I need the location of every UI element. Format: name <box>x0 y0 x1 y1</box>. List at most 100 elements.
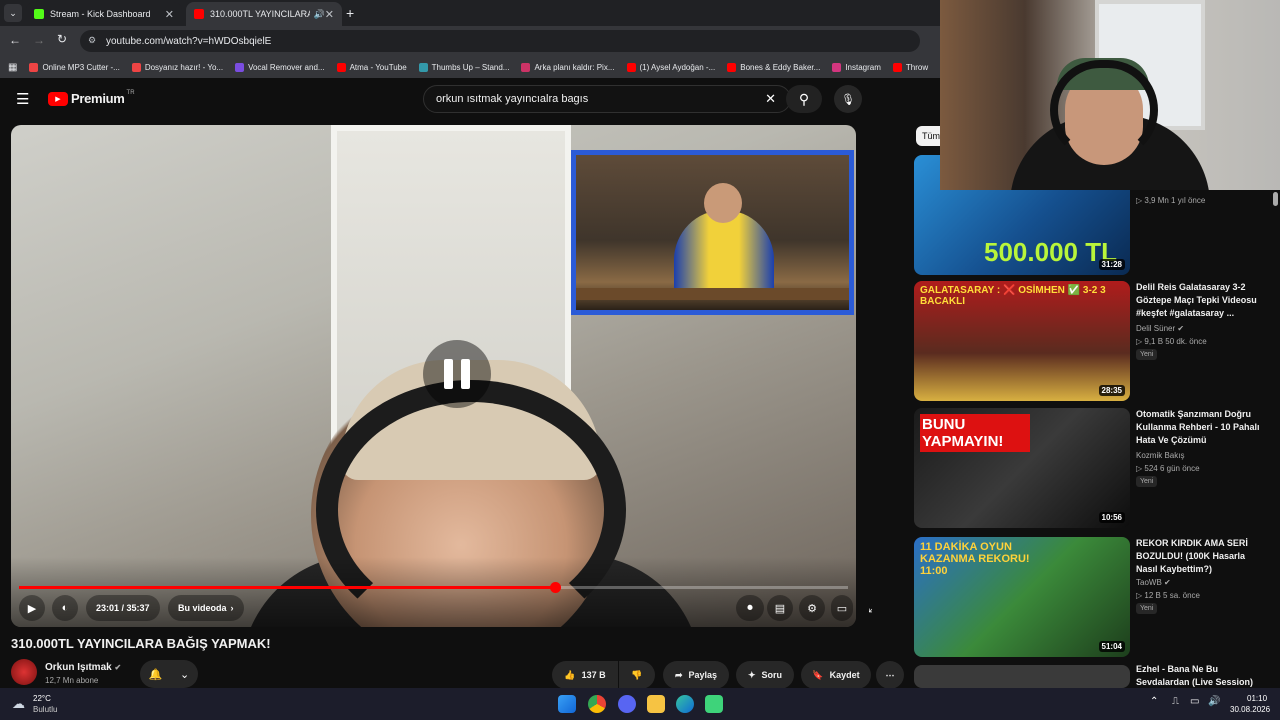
subscription-bell-button[interactable]: 🔔 ⌄ <box>140 660 198 688</box>
thumb-text: BUNU YAPMAYIN! <box>920 414 1030 452</box>
autoplay-toggle[interactable]: ⏺ <box>736 595 764 621</box>
weather-icon: ☁ <box>12 696 25 711</box>
thumb-text: 11 DAKİKA OYUN KAZANMA REKORU! 11:00 <box>920 541 1030 577</box>
progress-scrubber[interactable] <box>550 582 561 593</box>
save-button[interactable]: 🔖 Kaydet <box>801 661 871 689</box>
search-input[interactable]: orkun ısıtmak yayıncıalra bagıs ✕ <box>423 85 791 113</box>
youtube-logo[interactable]: ▶ Premium TR <box>48 90 135 106</box>
bookmark[interactable]: Vocal Remover and... <box>235 62 325 72</box>
volume-icon[interactable]: ◐ <box>52 595 78 621</box>
video-title: 310.000TL YAYINCILARA BAĞIŞ YAPMAK! <box>11 636 271 651</box>
logo-text: Premium <box>71 91 125 106</box>
webcam-overlay <box>940 0 1280 190</box>
bookmark[interactable]: Online MP3 Cutter -... <box>29 62 120 72</box>
bookmark[interactable]: Dosyanız hazır! - Yo... <box>131 62 223 72</box>
bookmark-favicon-icon <box>235 62 245 72</box>
close-tab-icon[interactable]: ✕ <box>325 8 334 21</box>
url-text: youtube.com/watch?v=hWDOsbqielE <box>106 35 272 47</box>
bookmark-favicon-icon <box>29 62 39 72</box>
subscriber-count: 12,7 Mn abone <box>45 676 99 685</box>
voice-search-icon[interactable]: 🎙 <box>834 85 862 113</box>
ask-button[interactable]: ✦ Soru <box>736 661 794 689</box>
thumb-text: GALATASARAY : ❌ OSİMHEN ✅ 3-2 3 BACAKLI <box>920 285 1106 307</box>
channel-name[interactable]: Orkun Işıtmak ✔ <box>45 662 121 673</box>
bookmark[interactable]: Instagram <box>832 62 881 72</box>
system-tray-chevron-icon[interactable]: ⌃ <box>1150 696 1158 707</box>
bookmark[interactable]: Thumbs Up – Stand... <box>418 62 509 72</box>
play-button[interactable]: ▶ <box>19 595 45 621</box>
windows-start-icon[interactable] <box>558 695 576 713</box>
chrome-icon[interactable] <box>588 695 606 713</box>
webcam-headphones <box>1050 60 1158 160</box>
share-icon: ➦ <box>674 669 683 680</box>
recommendation-thumbnail[interactable]: 11 DAKİKA OYUN KAZANMA REKORU! 11:00 51:… <box>914 537 1130 657</box>
network-icon[interactable]: ⎍ <box>1172 696 1179 707</box>
clock-date[interactable]: 30.08.2026 <box>1230 705 1270 714</box>
thumbs-up-icon: 👍 <box>564 669 576 680</box>
address-bar[interactable]: ⚙ youtube.com/watch?v=hWDOsbqielE <box>80 30 920 52</box>
subtitles-icon[interactable]: ▤ <box>767 595 793 621</box>
new-badge: Yeni <box>1136 603 1158 614</box>
tab-youtube-video[interactable]: 310.000TL YAYINCILARA BA 🔊 ✕ <box>186 2 342 26</box>
chapter-button[interactable]: Bu videoda › <box>168 595 244 621</box>
apps-grid-icon[interactable]: ▦ <box>8 62 17 73</box>
bookmark[interactable]: (1) Aysel Aydoğan -... <box>626 62 715 72</box>
progress-bar[interactable] <box>19 582 848 593</box>
youtube-icon <box>626 62 636 72</box>
bookmark[interactable]: Throw <box>892 62 928 72</box>
youtube-icon <box>336 62 346 72</box>
youtube-icon <box>727 62 737 72</box>
forward-icon[interactable]: → <box>33 33 45 47</box>
channel-avatar[interactable] <box>11 659 37 685</box>
recommendation-thumbnail[interactable]: BUNU YAPMAYIN! 10:56 <box>914 408 1130 528</box>
pause-overlay-button[interactable] <box>423 340 491 408</box>
theater-mode-icon[interactable]: ▭ <box>831 595 853 621</box>
search-button[interactable]: ⚲ <box>786 85 822 113</box>
tab-list-dropdown[interactable]: ⌄ <box>4 4 22 22</box>
edge-icon[interactable] <box>676 695 694 713</box>
recommendation-thumbnail[interactable]: GALATASARAY : ❌ OSİMHEN ✅ 3-2 3 BACAKLI … <box>914 281 1130 401</box>
bookmark[interactable]: Atma - YouTube <box>336 62 407 72</box>
streaming-app-icon[interactable] <box>705 695 723 713</box>
clear-search-icon[interactable]: ✕ <box>765 91 776 107</box>
bookmark[interactable]: Bones & Eddy Baker... <box>727 62 820 72</box>
settings-icon[interactable]: ⚙ <box>799 595 825 621</box>
bookmark[interactable]: Arka planı kaldır: Pix... <box>521 62 615 72</box>
bookmark-favicon-icon <box>418 62 428 72</box>
volume-tray-icon[interactable]: 🔊 <box>1208 696 1220 707</box>
dislike-button[interactable]: 👎 <box>619 661 655 689</box>
tab-kick-dashboard[interactable]: Stream - Kick Dashboard ✕ <box>26 2 182 26</box>
menu-icon[interactable]: ☰ <box>16 90 29 108</box>
channel-name[interactable]: TaoWB ✔ <box>1136 578 1171 587</box>
sparkle-icon: ✦ <box>747 669 756 680</box>
file-explorer-icon[interactable] <box>647 695 665 713</box>
video-title[interactable]: Otomatik Şanzımanı Doğru Kullanma Rehber… <box>1136 408 1266 447</box>
pip-desk <box>576 288 849 300</box>
channel-name[interactable]: Delil Süner ✔ <box>1136 324 1184 333</box>
video-title[interactable]: Delil Reis Galatasaray 3-2 Göztepe Maçı … <box>1136 281 1266 320</box>
video-title[interactable]: Ezhel - Bana Ne Bu Sevdalardan (Live Ses… <box>1136 663 1266 689</box>
video-title[interactable]: REKOR KIRDIK AMA SERİ BOZULDU! (100K Has… <box>1136 537 1266 576</box>
like-button[interactable]: 👍 137 B <box>552 661 618 689</box>
clock-time[interactable]: 01:10 <box>1247 694 1267 703</box>
instagram-icon <box>832 62 842 72</box>
sidebar-scrollbar[interactable] <box>1273 192 1278 206</box>
back-icon[interactable]: ← <box>9 33 21 47</box>
reload-icon[interactable]: ↻ <box>57 32 67 46</box>
site-info-icon[interactable]: ⚙ <box>88 35 96 46</box>
new-badge: Yeni <box>1136 349 1158 360</box>
video-player[interactable]: ▶ ◐ 23:01 / 35:37 Bu videoda › ⏺ ▤ ⚙ ▭ <box>11 125 856 627</box>
display-icon[interactable]: ▭ <box>1190 696 1199 707</box>
recommendation-thumbnail[interactable] <box>914 665 1130 688</box>
weather-temperature[interactable]: 22°C <box>33 694 51 703</box>
bookmark-favicon-icon <box>521 62 531 72</box>
discord-icon[interactable] <box>618 695 636 713</box>
share-button[interactable]: ➦ Paylaş <box>663 661 729 689</box>
weather-condition[interactable]: Bulutlu <box>33 705 57 714</box>
thumb-text: 500.000 TL <box>984 237 1117 267</box>
channel-name[interactable]: Kozmik Bakış <box>1136 451 1184 460</box>
new-tab-button[interactable]: + <box>346 5 354 21</box>
bookmark-icon: 🔖 <box>812 669 824 680</box>
close-tab-icon[interactable]: ✕ <box>165 8 174 21</box>
more-actions-icon[interactable]: ⋯ <box>876 661 904 689</box>
